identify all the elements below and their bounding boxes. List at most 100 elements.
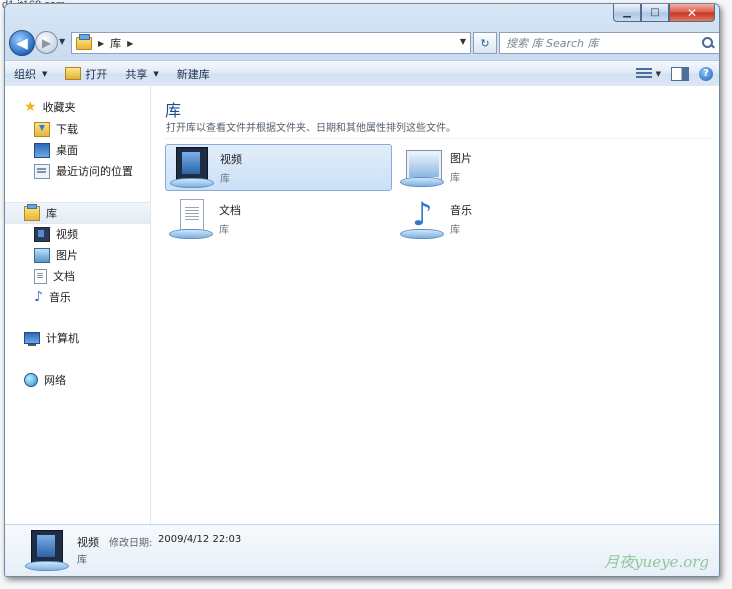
library-shelf [25, 561, 69, 571]
views-dropdown-icon[interactable]: ▼ [656, 70, 661, 78]
address-history-dropdown[interactable]: ▼ [460, 37, 466, 46]
sidebar-item-downloads[interactable]: 下载 [5, 119, 150, 139]
recent-pages-dropdown[interactable]: ▼ [59, 37, 65, 46]
help-icon[interactable]: ? [699, 66, 713, 81]
library-tile-pictures[interactable]: 图片 库 [396, 144, 621, 189]
library-tile-videos[interactable]: 视频 库 [165, 144, 392, 191]
sidebar-item-documents[interactable]: 文档 [5, 266, 150, 286]
video-icon [34, 226, 50, 242]
sidebar-item-label: 库 [46, 207, 57, 220]
library-type: 库 [450, 224, 460, 236]
sidebar-item-favorites[interactable]: ★ 收藏夹 [5, 97, 150, 117]
search-icon[interactable] [701, 36, 715, 50]
sidebar-item-label: 收藏夹 [42, 101, 76, 114]
library-tile-documents[interactable]: 文档 库 [165, 196, 390, 241]
library-tile-music[interactable]: ♪ 音乐 库 [396, 194, 621, 241]
open-label: 打开 [85, 67, 108, 81]
library-name: 文档 [219, 203, 241, 217]
page-description: 打开库以查看文件并根据文件夹、日期和其他属性排列这些文件。 [166, 123, 456, 134]
sidebar-item-recent-places[interactable]: 最近访问的位置 [5, 161, 150, 181]
forward-button[interactable]: ▶ [35, 31, 58, 54]
music-library-icon: ♪ [400, 194, 444, 241]
library-shelf [169, 228, 213, 239]
chevron-right-icon[interactable]: ▶ [127, 39, 133, 48]
navigation-pane: ★ 收藏夹 下载 桌面 最近访问的位置 库 视频 图片 文档 ♪ 音乐 计算机 … [5, 86, 151, 524]
organize-button[interactable]: 组织 ▼ [5, 61, 56, 86]
library-type: 库 [450, 172, 460, 184]
documents-icon [34, 268, 47, 284]
explorer-window: ▁ □ ✕ ◀ ▶ ▼ ▶ 库 ▶ ▼ ↻ 搜索 库 Search 库 组织 ▼… [4, 3, 720, 577]
details-pane: 视频 修改日期: 2009/4/12 22:03 库 月夜yueye.org [5, 524, 719, 576]
detail-name: 视频 [77, 536, 99, 549]
pictures-icon [34, 247, 50, 263]
music-note-icon: ♪ [34, 288, 43, 305]
share-button[interactable]: 共享 ▼ [116, 61, 167, 86]
music-note-icon: ♪ [412, 194, 433, 233]
library-type: 库 [220, 173, 230, 185]
star-icon: ★ [24, 98, 37, 115]
views-icon[interactable] [635, 67, 652, 80]
documents-library-icon [169, 197, 213, 241]
back-button[interactable]: ◀ [9, 30, 35, 56]
pictures-library-icon [400, 145, 444, 189]
library-name: 音乐 [450, 203, 472, 217]
sidebar-item-label: 桌面 [56, 144, 78, 157]
sidebar-item-computer[interactable]: 计算机 [5, 328, 150, 348]
command-bar-right: ▼ ? [635, 61, 713, 86]
library-shelf [400, 176, 444, 187]
watermark-bottom: 月夜yueye.org [604, 553, 709, 571]
library-icon [24, 203, 40, 221]
sidebar-item-label: 下载 [56, 123, 78, 136]
sidebar-item-label: 计算机 [46, 332, 79, 345]
chevron-right-icon[interactable]: ▶ [98, 39, 104, 48]
library-type: 库 [219, 224, 229, 236]
desktop-icon [34, 142, 50, 158]
sidebar-item-label: 网络 [44, 374, 66, 387]
sidebar-item-videos[interactable]: 视频 [5, 224, 150, 244]
search-placeholder: 搜索 库 Search 库 [506, 37, 599, 50]
search-input[interactable]: 搜索 库 Search 库 [499, 32, 719, 54]
sidebar-item-label: 视频 [56, 228, 78, 241]
breadcrumb-libraries[interactable]: 库 [110, 35, 121, 51]
sidebar-item-network[interactable]: 网络 [5, 370, 150, 390]
page-title: 库 [165, 101, 182, 120]
refresh-button[interactable]: ↻ [473, 32, 497, 54]
navigation-row: ◀ ▶ ▼ ▶ 库 ▶ ▼ ↻ 搜索 库 Search 库 [9, 28, 719, 60]
refresh-icon: ↻ [480, 36, 490, 50]
document-sheet [180, 198, 204, 231]
detail-modified-date: 2009/4/12 22:03 [158, 534, 242, 545]
computer-icon [24, 332, 40, 346]
content-pane: 库 打开库以查看文件并根据文件夹、日期和其他属性排列这些文件。 视频 库 图片 … [151, 86, 719, 524]
sidebar-item-libraries[interactable]: 库 [5, 202, 150, 224]
maximize-button[interactable]: □ [641, 4, 669, 22]
download-folder-icon [34, 121, 50, 137]
sidebar-item-desktop[interactable]: 桌面 [5, 140, 150, 160]
sidebar-item-label: 音乐 [48, 291, 71, 304]
new-library-label: 新建库 [176, 67, 210, 81]
library-shelf [400, 228, 444, 239]
sidebar-item-label: 图片 [56, 249, 78, 262]
sidebar-item-music[interactable]: ♪ 音乐 [5, 287, 150, 307]
chevron-down-icon: ▼ [153, 69, 159, 78]
preview-pane-icon[interactable] [671, 66, 689, 81]
address-bar[interactable]: ▶ 库 ▶ ▼ [71, 32, 471, 54]
network-icon [24, 373, 38, 387]
recent-places-icon [34, 163, 50, 179]
sidebar-item-pictures[interactable]: 图片 [5, 245, 150, 265]
command-bar: 组织 ▼ 打开 共享 ▼ 新建库 ▼ ? [5, 60, 719, 87]
sidebar-item-label: 文档 [53, 270, 75, 283]
library-name: 视频 [220, 152, 242, 166]
detail-type: 库 [77, 555, 87, 566]
video-library-icon [25, 529, 69, 573]
library-name: 图片 [450, 151, 472, 165]
picture-frame [407, 150, 441, 179]
detail-modified-label: 修改日期: [109, 538, 153, 549]
close-button[interactable]: ✕ [669, 4, 715, 22]
open-button[interactable]: 打开 [56, 61, 116, 86]
new-library-button[interactable]: 新建库 [168, 61, 219, 86]
library-folder-icon [76, 33, 92, 50]
caption-buttons: ▁ □ ✕ [613, 4, 715, 22]
library-shelf [170, 177, 214, 188]
minimize-button[interactable]: ▁ [613, 4, 641, 22]
video-library-icon [170, 146, 214, 190]
